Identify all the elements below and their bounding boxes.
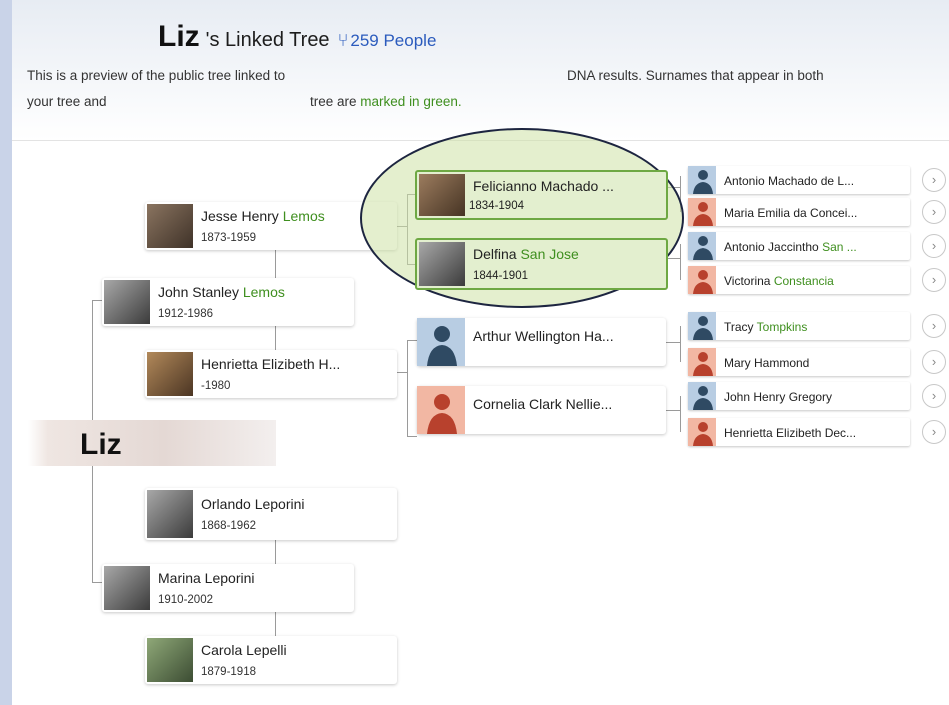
- expand-arrow-icon[interactable]: ›: [922, 420, 946, 444]
- person-card-arthur-wellington[interactable]: Arthur Wellington Ha...: [417, 318, 666, 366]
- person-card-john-stanley-lemos[interactable]: John Stanley Lemos 1912-1986: [102, 278, 354, 326]
- portrait-photo: [147, 204, 193, 248]
- person-dates: 1868-1962: [201, 520, 256, 532]
- female-silhouette-icon: [688, 348, 716, 376]
- male-silhouette-icon: [688, 312, 716, 340]
- person-card-henrietta-elizibeth[interactable]: Henrietta Elizibeth H... -1980: [145, 350, 397, 398]
- ancestor-name: Maria Emilia da Concei...: [724, 206, 858, 220]
- person-dates: 1834-1904: [469, 200, 524, 212]
- person-card-marina-leporini[interactable]: Marina Leporini 1910-2002: [102, 564, 354, 612]
- male-silhouette-icon: [688, 166, 716, 194]
- people-count-link[interactable]: 259 People: [350, 31, 436, 50]
- family-tree-icon: ⑂: [337, 30, 349, 50]
- male-silhouette-icon: [417, 318, 465, 366]
- male-silhouette-icon: [688, 382, 716, 410]
- connector: [275, 612, 276, 636]
- person-name: Jesse Henry Lemos: [201, 208, 325, 224]
- person-name: Arthur Wellington Ha...: [473, 328, 614, 344]
- description-line2-a: your tree and: [27, 94, 107, 109]
- person-name: Henrietta Elizibeth H...: [201, 356, 341, 372]
- ancestor-name: Antonio Jaccintho San ...: [724, 240, 857, 254]
- connector: [680, 326, 681, 362]
- expand-arrow-icon[interactable]: ›: [922, 200, 946, 224]
- ancestor-card-maria-emilia[interactable]: Maria Emilia da Concei...: [688, 198, 910, 226]
- ancestor-card-mary-hammond[interactable]: Mary Hammond: [688, 348, 910, 376]
- male-silhouette-icon: [688, 232, 716, 260]
- expand-arrow-icon[interactable]: ›: [922, 268, 946, 292]
- ancestor-card-john-henry-gregory[interactable]: John Henry Gregory: [688, 382, 910, 410]
- ancestor-card-antonio-jaccintho[interactable]: Antonio Jaccintho San ...: [688, 232, 910, 260]
- connector: [407, 340, 408, 436]
- description-line1-b: DNA results. Surnames that appear in bot…: [567, 68, 824, 83]
- portrait-photo: [147, 638, 193, 682]
- person-name: Felicianno Machado ...: [473, 178, 614, 194]
- description-line1-a: This is a preview of the public tree lin…: [27, 68, 286, 83]
- connector: [407, 436, 417, 437]
- connector: [680, 396, 681, 432]
- expand-arrow-icon[interactable]: ›: [922, 314, 946, 338]
- connector: [407, 340, 417, 341]
- ancestor-name: Victorina Constancia: [724, 274, 834, 288]
- root-person-card[interactable]: [28, 420, 276, 466]
- female-silhouette-icon: [417, 386, 465, 434]
- person-name: Carola Lepelli: [201, 642, 287, 658]
- page-title: Liz's Linked Tree ⑂ 259 People: [158, 20, 436, 54]
- ancestor-card-tracy-tompkins[interactable]: Tracy Tompkins: [688, 312, 910, 340]
- person-card-felicianno-machado[interactable]: Felicianno Machado ... 1834-1904: [415, 170, 668, 220]
- connector: [666, 258, 680, 259]
- portrait-photo: [104, 280, 150, 324]
- person-dates: 1879-1918: [201, 666, 256, 678]
- title-suffix: 's Linked Tree: [205, 29, 330, 51]
- owner-name: Liz: [158, 20, 200, 53]
- expand-arrow-icon[interactable]: ›: [922, 168, 946, 192]
- ancestor-name: Antonio Machado de L...: [724, 174, 855, 188]
- ancestor-name: Mary Hammond: [724, 356, 810, 370]
- person-dates: 1912-1986: [158, 308, 213, 320]
- female-silhouette-icon: [688, 266, 716, 294]
- connector: [666, 342, 680, 343]
- person-dates: 1910-2002: [158, 594, 213, 606]
- root-person-name: Liz: [80, 428, 122, 461]
- ancestor-card-henrietta-elizibeth-dec[interactable]: Henrietta Elizibeth Dec...: [688, 418, 910, 446]
- person-card-jesse-henry-lemos[interactable]: Jesse Henry Lemos 1873-1959: [145, 202, 397, 250]
- female-silhouette-icon: [688, 198, 716, 226]
- ancestor-card-victorina-constancia[interactable]: Victorina Constancia: [688, 266, 910, 294]
- connector: [275, 540, 276, 564]
- person-name: Marina Leporini: [158, 570, 255, 586]
- ancestor-name: John Henry Gregory: [724, 390, 833, 404]
- connector: [92, 446, 93, 582]
- female-silhouette-icon: [688, 418, 716, 446]
- person-card-cornelia-clark[interactable]: Cornelia Clark Nellie...: [417, 386, 666, 434]
- connector: [275, 326, 276, 350]
- person-name: Orlando Leporini: [201, 496, 305, 512]
- person-name: Delfina San Jose: [473, 246, 579, 262]
- ancestor-name: Tracy Tompkins: [724, 320, 808, 334]
- portrait-photo: [147, 490, 193, 538]
- ancestor-card-antonio-machado[interactable]: Antonio Machado de L...: [688, 166, 910, 194]
- expand-arrow-icon[interactable]: ›: [922, 384, 946, 408]
- expand-arrow-icon[interactable]: ›: [922, 234, 946, 258]
- portrait-photo: [419, 174, 465, 216]
- person-card-carola-lepelli[interactable]: Carola Lepelli 1879-1918: [145, 636, 397, 684]
- ancestor-name: Henrietta Elizibeth Dec...: [724, 426, 857, 440]
- portrait-photo: [104, 566, 150, 610]
- description-line2-b: tree are marked in green.: [310, 94, 462, 109]
- portrait-photo: [419, 242, 465, 286]
- expand-arrow-icon[interactable]: ›: [922, 350, 946, 374]
- person-card-delfina-san-jose[interactable]: Delfina San Jose 1844-1901: [415, 238, 668, 290]
- connector: [275, 250, 276, 278]
- person-dates: 1844-1901: [473, 270, 528, 282]
- person-dates: 1873-1959: [201, 232, 256, 244]
- person-dates: -1980: [201, 380, 231, 392]
- person-name: John Stanley Lemos: [158, 284, 285, 300]
- connector: [680, 244, 681, 280]
- connector: [666, 410, 680, 411]
- person-card-orlando-leporini[interactable]: Orlando Leporini 1868-1962: [145, 488, 397, 540]
- person-name: Cornelia Clark Nellie...: [473, 396, 613, 412]
- connector: [397, 372, 407, 373]
- marked-green-text: marked in green.: [360, 94, 462, 109]
- portrait-photo: [147, 352, 193, 396]
